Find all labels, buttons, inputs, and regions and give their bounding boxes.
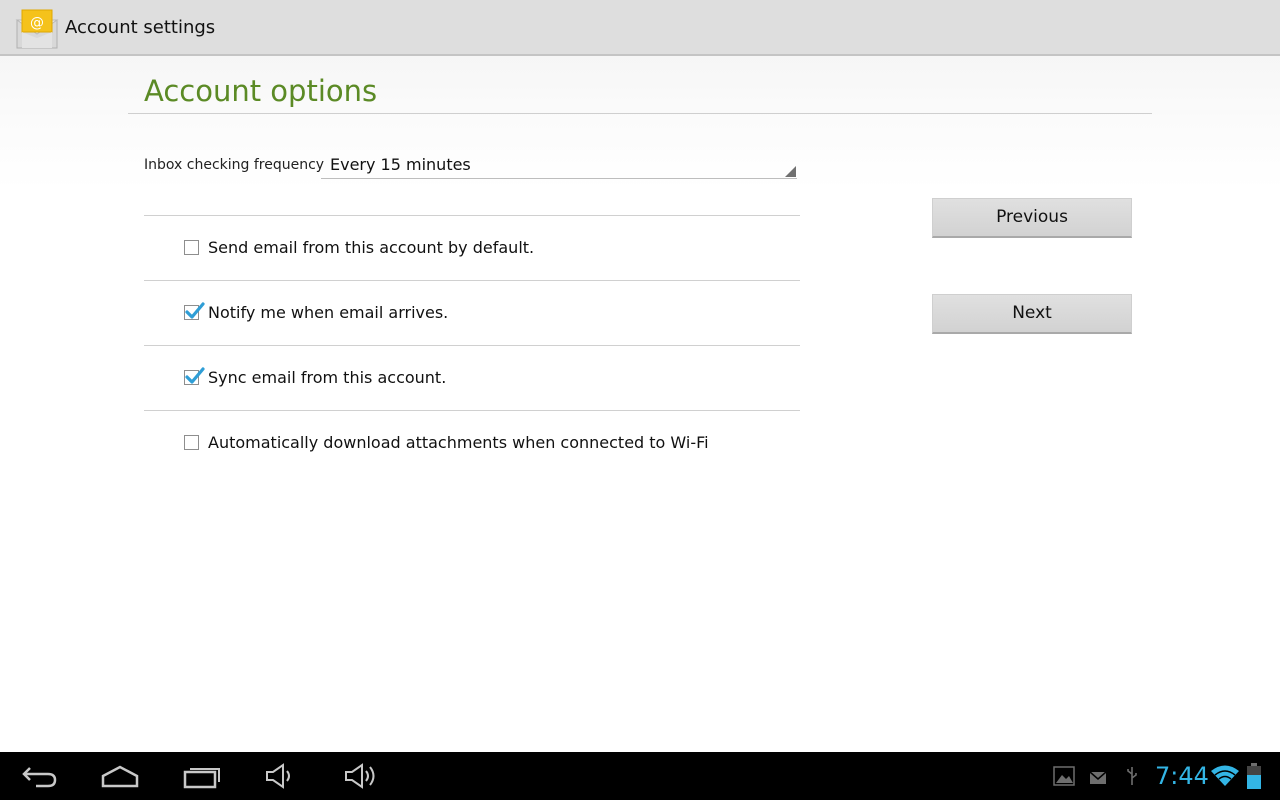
clock: 7:44 xyxy=(1155,762,1209,790)
option-label: Notify me when email arrives. xyxy=(208,303,449,322)
app-root: @ Account settings Account options Inbox… xyxy=(0,0,1280,800)
option-label: Send email from this account by default. xyxy=(208,238,535,257)
home-icon[interactable] xyxy=(100,762,140,790)
system-bar: 7:44 xyxy=(0,752,1280,800)
option-label: Automatically download attachments when … xyxy=(208,433,709,452)
frequency-label: Inbox checking frequency xyxy=(144,157,325,173)
option-label: Sync email from this account. xyxy=(208,368,447,387)
option-send-default[interactable]: Send email from this account by default. xyxy=(144,216,800,280)
app-title: Account settings xyxy=(65,17,216,38)
previous-button[interactable]: Previous xyxy=(932,198,1132,238)
back-icon[interactable] xyxy=(20,762,60,790)
frequency-dropdown[interactable]: Every 15 minutes xyxy=(321,148,797,179)
volume-up-icon[interactable] xyxy=(342,762,382,790)
action-bar: @ Account settings xyxy=(0,0,1280,56)
page-title: Account options xyxy=(144,74,378,108)
frequency-selected-value: Every 15 minutes xyxy=(330,155,471,174)
next-button[interactable]: Next xyxy=(932,294,1132,334)
checkmark-icon xyxy=(185,367,205,384)
dropdown-arrow-icon xyxy=(785,166,796,177)
checkbox-send-default[interactable] xyxy=(184,240,199,255)
svg-text:@: @ xyxy=(30,15,44,31)
option-auto-download[interactable]: Automatically download attachments when … xyxy=(144,411,800,475)
email-app-icon[interactable]: @ xyxy=(14,8,60,50)
wifi-icon xyxy=(1210,764,1240,792)
email-notification-icon xyxy=(1089,770,1107,789)
usb-icon xyxy=(1125,766,1139,790)
battery-icon xyxy=(1246,763,1262,794)
gallery-icon xyxy=(1053,766,1075,790)
checkbox-auto-download[interactable] xyxy=(184,435,199,450)
checkbox-sync[interactable] xyxy=(184,367,205,385)
option-notify[interactable]: Notify me when email arrives. xyxy=(144,281,800,345)
section-divider xyxy=(128,113,1152,114)
volume-down-icon[interactable] xyxy=(263,762,299,790)
checkmark-icon xyxy=(185,302,205,319)
checkbox-notify[interactable] xyxy=(184,302,205,320)
option-sync[interactable]: Sync email from this account. xyxy=(144,346,800,410)
recent-apps-icon[interactable] xyxy=(182,762,222,790)
